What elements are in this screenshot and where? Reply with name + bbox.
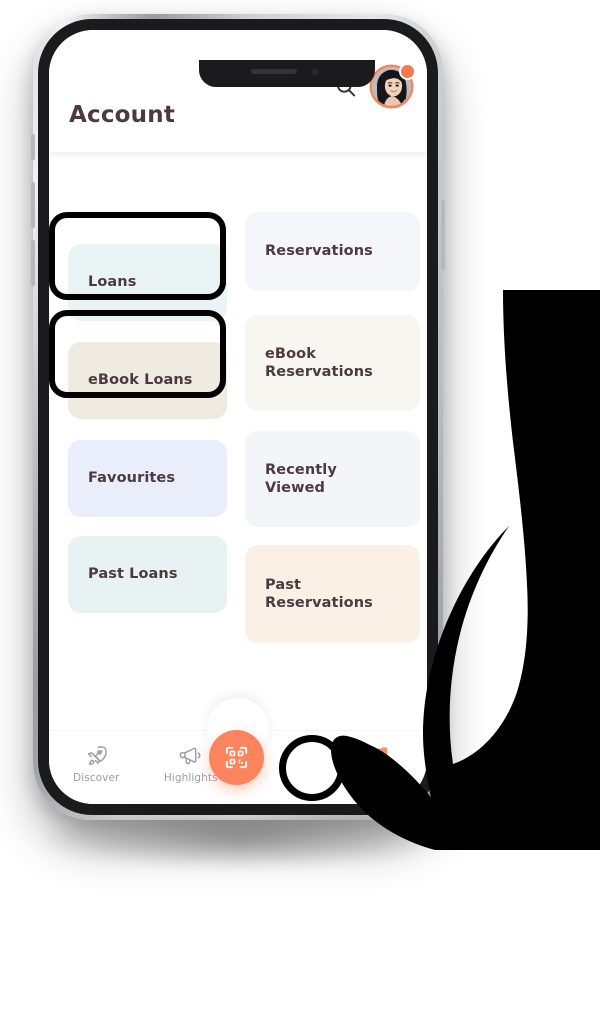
tile-label: Past Loans <box>88 566 178 583</box>
volume-down-button[interactable] <box>31 240 35 286</box>
nav-label: Highlights <box>163 772 218 784</box>
app-header: Account <box>49 30 427 152</box>
nav-label: Discover <box>73 772 120 784</box>
phone-notch <box>199 60 375 87</box>
nav-label: Account <box>355 772 404 784</box>
megaphone-icon <box>178 744 203 767</box>
avatar[interactable] <box>372 65 414 106</box>
tile-past-loans[interactable]: Past Loans <box>68 536 227 613</box>
nav-item-discover[interactable]: Discover <box>49 744 144 784</box>
notification-dot-icon <box>401 65 414 78</box>
tile-label: eBook Reservations <box>265 345 373 380</box>
power-button[interactable] <box>441 200 445 270</box>
tile-past-reservations[interactable]: Past Reservations <box>245 545 420 643</box>
phone-drop-shadow <box>40 808 440 868</box>
tile-label: Recently Viewed <box>265 461 337 496</box>
earpiece-speaker <box>251 69 297 74</box>
nav-item-account[interactable]: Account <box>333 744 428 784</box>
volume-up-button[interactable] <box>31 182 35 228</box>
tile-reservations[interactable]: Reservations <box>245 212 420 291</box>
tile-loans[interactable]: Loans <box>68 244 227 321</box>
tile-label: Loans <box>88 274 137 291</box>
tile-ebook-loans[interactable]: eBook Loans <box>68 342 227 419</box>
rocket-icon <box>85 744 108 767</box>
tile-recently-viewed[interactable]: Recently Viewed <box>245 431 420 527</box>
tile-label: eBook Loans <box>88 372 193 389</box>
silent-switch[interactable] <box>31 134 35 160</box>
tile-label: Reservations <box>265 243 373 260</box>
front-camera-icon <box>311 68 319 76</box>
page-title: Account <box>69 102 176 128</box>
tile-label: Past Reservations <box>265 576 373 611</box>
tile-label: Favourites <box>88 470 176 487</box>
qr-scan-icon <box>225 746 248 769</box>
tile-ebook-reservations[interactable]: eBook Reservations <box>245 315 420 411</box>
tile-grid: Loans eBook Loans Favourites Past Loans … <box>49 152 427 732</box>
books-icon <box>368 744 391 767</box>
scan-fab-button[interactable] <box>209 730 264 785</box>
tile-favourites[interactable]: Favourites <box>68 440 227 517</box>
phone-screen: Account Loans eBook Loans Favourites Pas… <box>49 30 427 804</box>
